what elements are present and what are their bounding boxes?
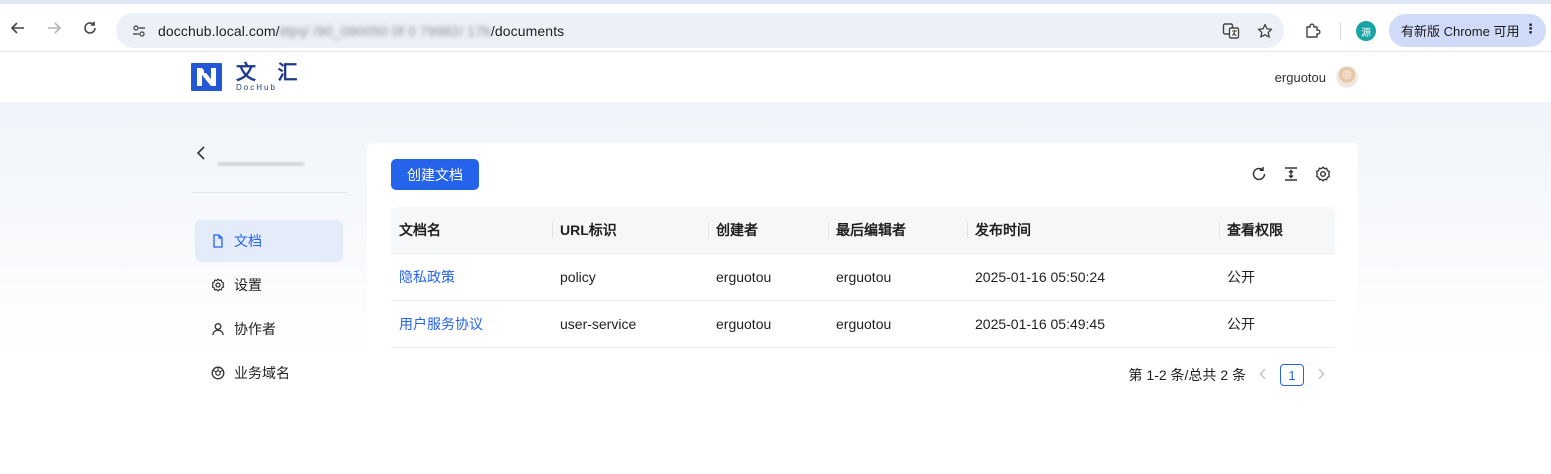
table-row[interactable]: 隐私政策 policy erguotou erguotou 2025-01-16…: [391, 253, 1335, 301]
url-slug-cell: user-service: [552, 300, 708, 348]
creator-cell: erguotou: [708, 253, 828, 301]
column-header-published: 发布时间: [967, 207, 1219, 254]
forward-nav-button[interactable]: [36, 10, 72, 46]
reload-icon: [84, 21, 96, 34]
last-editor-cell: erguotou: [828, 253, 967, 301]
sidebar-divider: [192, 192, 347, 193]
column-header-url: URL标识: [552, 207, 708, 254]
pagination-summary: 第 1-2 条/总共 2 条: [1128, 367, 1246, 383]
back-nav-button[interactable]: [0, 10, 36, 46]
project-title: [218, 153, 304, 165]
sidebar-item-label: 设置: [234, 277, 262, 293]
back-to-project[interactable]: [196, 146, 304, 165]
refresh-icon[interactable]: [1250, 165, 1268, 183]
sidebar-item-label: 业务域名: [234, 365, 290, 381]
sidebar-item-collaborators[interactable]: 协作者: [195, 308, 343, 350]
table-header-row: 文档名 URL标识 创建者 最后编辑者 发布时间 查看权限: [391, 207, 1335, 254]
extensions-button[interactable]: [1299, 17, 1327, 45]
documents-table: 文档名 URL标识 创建者 最后编辑者 发布时间 查看权限 隐私政策 polic…: [391, 207, 1335, 348]
puzzle-icon: [1306, 23, 1321, 38]
avatar: [1336, 66, 1358, 88]
chevron-left-icon: [196, 146, 206, 165]
arrow-left-icon: [10, 21, 24, 34]
app-header: 文 汇 DocHub erguotou: [0, 52, 1551, 102]
logo-mark-icon: [191, 63, 222, 91]
dochub-logo[interactable]: 文 汇 DocHub: [191, 63, 306, 92]
user-menu[interactable]: erguotou: [1275, 66, 1358, 88]
table-tools: [1250, 165, 1332, 183]
logo-english-text: DocHub: [236, 83, 277, 92]
sidebar-item-settings[interactable]: 设置: [195, 264, 343, 306]
table-row[interactable]: 用户服务协议 user-service erguotou erguotou 20…: [391, 300, 1335, 348]
sidebar-item-documents[interactable]: 文档: [195, 220, 343, 262]
visibility-cell: 公开: [1219, 300, 1335, 348]
url-slug-cell: policy: [552, 253, 708, 301]
reload-button[interactable]: [72, 10, 108, 46]
sidebar-item-label: 协作者: [234, 321, 276, 337]
toolbar-divider: [1340, 22, 1341, 40]
username: erguotou: [1274, 69, 1326, 85]
bookmark-star-icon[interactable]: [1252, 18, 1278, 44]
document-name-link[interactable]: 用户服务协议: [391, 300, 552, 348]
page-button-current[interactable]: 1: [1280, 364, 1304, 386]
sidebar-item-domains[interactable]: 业务域名: [195, 352, 343, 394]
document-icon: [213, 234, 223, 248]
globe-icon: [211, 366, 225, 380]
chrome-update-button[interactable]: 有新版 Chrome 可用 ⋮: [1389, 14, 1546, 47]
arrow-right-icon: [48, 21, 62, 34]
last-editor-cell: erguotou: [828, 300, 967, 348]
gear-icon: [211, 278, 225, 292]
create-document-button[interactable]: 创建文档: [391, 159, 479, 190]
site-info-icon[interactable]: [124, 23, 154, 39]
pagination: 第 1-2 条/总共 2 条 1: [1129, 364, 1328, 386]
prev-page-icon[interactable]: [1256, 367, 1270, 383]
column-height-icon[interactable]: [1282, 165, 1300, 183]
next-page-icon[interactable]: [1314, 367, 1328, 383]
column-header-creator: 创建者: [708, 207, 828, 254]
settings-gear-icon[interactable]: [1314, 165, 1332, 183]
column-header-visibility: 查看权限: [1219, 207, 1335, 254]
document-name-link[interactable]: 隐私政策: [391, 253, 552, 301]
update-label: 有新版 Chrome 可用: [1401, 24, 1520, 39]
published-time-cell: 2025-01-16 05:50:24: [967, 253, 1219, 301]
sidebar-menu: 文档 设置 协作者 业务域名: [195, 220, 343, 396]
translate-icon[interactable]: [1218, 18, 1244, 44]
visibility-cell: 公开: [1219, 253, 1335, 301]
creator-cell: erguotou: [708, 300, 828, 348]
browser-toolbar: docchub.local.com/ittjnj/ /90_090050 0f …: [0, 0, 1551, 52]
column-header-name: 文档名: [391, 207, 552, 254]
url-text: docchub.local.com/ittjnj/ /90_090050 0f …: [158, 22, 565, 39]
logo-chinese-text: 文 汇: [236, 62, 306, 84]
profile-avatar[interactable]: 源: [1356, 21, 1376, 41]
user-icon: [212, 323, 224, 336]
sidebar-item-label: 文档: [234, 233, 262, 249]
documents-panel: 创建文档 文档名 URL标识 创建者 最后编辑者 发布时间 查看权限 隐私政策: [367, 143, 1358, 403]
more-vert-icon[interactable]: ⋮: [1524, 21, 1537, 37]
column-header-last-editor: 最后编辑者: [828, 207, 967, 254]
published-time-cell: 2025-01-16 05:49:45: [967, 300, 1219, 348]
address-bar[interactable]: docchub.local.com/ittjnj/ /90_090050 0f …: [116, 13, 1284, 48]
